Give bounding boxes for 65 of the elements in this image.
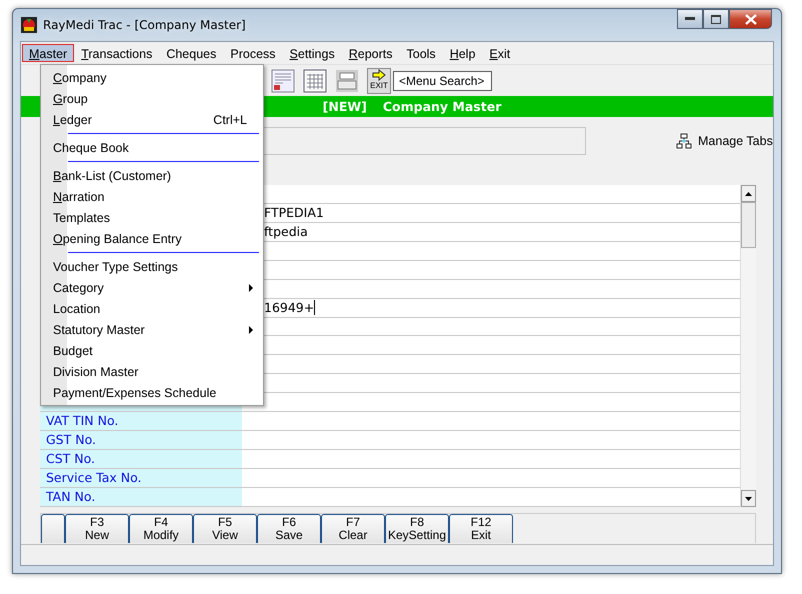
menu-entry[interactable]: Voucher Type Settings — [42, 256, 263, 277]
scroll-up-button[interactable] — [741, 185, 756, 202]
function-key-button[interactable]: F8 KeySetting — [385, 514, 449, 543]
field-label: GST No. — [40, 431, 242, 450]
menu-item[interactable]: Help — [442, 44, 482, 62]
menu-entry[interactable]: Budget — [42, 340, 263, 361]
menu-item[interactable]: Exit — [482, 44, 518, 62]
arrow-icon — [372, 68, 386, 80]
menu-search-field[interactable]: <Menu Search> — [393, 70, 492, 90]
field-value[interactable]: ftpedia — [264, 222, 308, 241]
menu-entry[interactable]: Company — [42, 67, 263, 88]
menu-entry[interactable]: Division Master — [42, 361, 263, 382]
scroll-thumb[interactable] — [741, 202, 756, 248]
blank-tab[interactable] — [41, 514, 65, 543]
menu-entry[interactable]: Narration — [42, 186, 263, 207]
cash-register-icon[interactable] — [335, 68, 359, 92]
field-value[interactable]: FTPEDIA1 — [264, 204, 324, 222]
minimize-button[interactable] — [677, 9, 703, 29]
function-key-button[interactable]: F5 View — [193, 514, 257, 543]
minimize-icon — [685, 17, 695, 21]
function-key-button[interactable]: F3 New — [65, 514, 129, 543]
close-icon — [744, 14, 756, 24]
menu-entry[interactable]: Location — [42, 298, 263, 319]
maximize-icon — [711, 14, 721, 24]
calendar-icon[interactable] — [303, 68, 327, 92]
function-key-button[interactable]: F6 Save — [257, 514, 321, 543]
hierarchy-icon — [676, 133, 692, 149]
menu-item[interactable]: Reports — [342, 44, 400, 62]
menu-entry[interactable]: Statutory Master — [42, 319, 263, 340]
menu-item[interactable]: Process — [223, 44, 283, 62]
up-arrow-icon — [745, 192, 752, 196]
menu-item[interactable]: Tools — [400, 44, 443, 62]
report-icon[interactable] — [271, 68, 295, 92]
window-title: RayMedi Trac - [Company Master] — [43, 18, 247, 32]
form-title: Company Master — [382, 99, 502, 114]
down-arrow-icon — [745, 496, 752, 500]
function-key-button[interactable]: F12 Exit — [449, 514, 513, 543]
submenu-arrow-icon — [249, 326, 253, 334]
menu-item[interactable]: Settings — [282, 44, 342, 62]
app-logo-icon — [21, 17, 37, 33]
close-button[interactable] — [729, 9, 772, 29]
menu-item[interactable]: Cheques — [159, 44, 224, 62]
submenu-arrow-icon — [249, 284, 253, 292]
scroll-down-button[interactable] — [741, 490, 756, 507]
field-label: VAT TIN No. — [40, 412, 242, 430]
function-key-button[interactable]: F7 Clear — [321, 514, 385, 543]
menu-entry[interactable]: Payment/Expenses Schedule — [42, 382, 263, 403]
menu-item[interactable]: Transactions — [74, 44, 160, 62]
function-key-button[interactable]: F4 Modify — [129, 514, 193, 543]
menu-entry[interactable]: Bank-List (Customer) — [42, 165, 263, 186]
maximize-button[interactable] — [703, 9, 729, 29]
menu-entry[interactable]: Opening Balance Entry — [42, 228, 263, 249]
menu-item[interactable]: Master — [22, 44, 74, 62]
menu-entry[interactable]: Templates — [42, 207, 263, 228]
menu-entry[interactable]: Ledger Ctrl+L — [42, 109, 263, 130]
manage-tabs-button[interactable]: Manage Tabs — [676, 133, 773, 149]
menu-entry[interactable]: Cheque Book — [42, 137, 263, 158]
field-label: Service Tax No. — [40, 469, 242, 488]
exit-button[interactable]: EXIT — [367, 68, 391, 94]
new-label: [NEW] — [322, 99, 367, 114]
menu-entry[interactable]: Category — [42, 277, 263, 298]
field-label: TAN No. — [40, 488, 242, 506]
field-value[interactable]: 16949+ — [264, 298, 314, 317]
field-label: CST No. — [40, 450, 242, 468]
menu-entry[interactable]: Group — [42, 88, 263, 109]
